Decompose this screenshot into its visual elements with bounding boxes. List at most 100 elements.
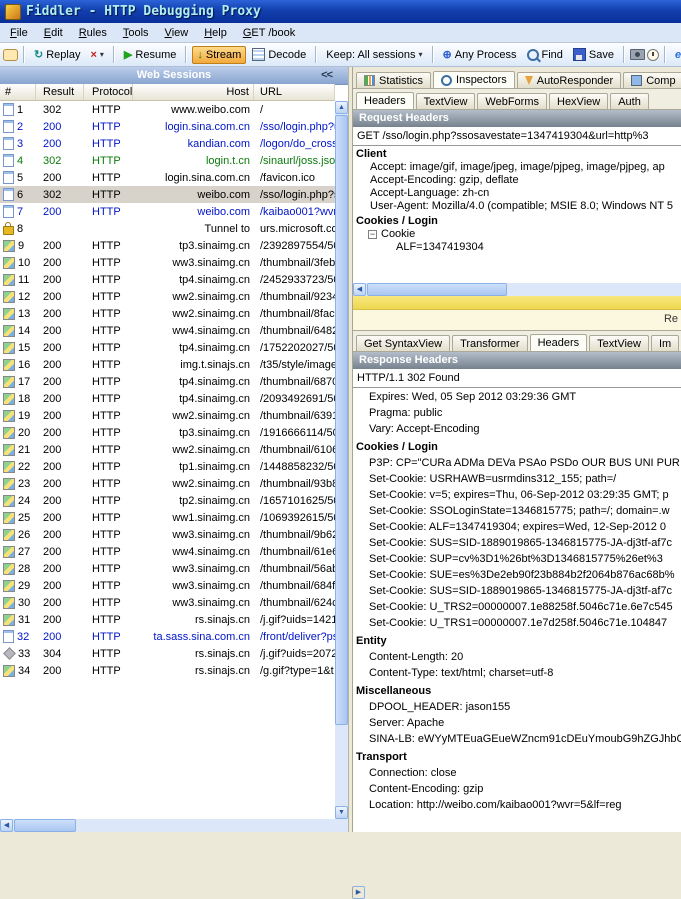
- column-header-num[interactable]: #: [0, 84, 36, 100]
- session-row[interactable]: 32200HTTPta.sass.sina.com.cn/front/deliv…: [0, 628, 335, 645]
- session-row[interactable]: 19200HTTPww2.sinaimg.cn/thumbnail/6391: [0, 407, 335, 424]
- request-tab-auth[interactable]: Auth: [610, 93, 649, 109]
- menu-item-help[interactable]: Help: [196, 25, 235, 41]
- session-row[interactable]: 14200HTTPww4.sinaimg.cn/thumbnail/6482: [0, 322, 335, 339]
- session-row[interactable]: 28200HTTPww3.sinaimg.cn/thumbnail/56ab: [0, 560, 335, 577]
- find-button[interactable]: Find: [523, 47, 567, 63]
- session-row[interactable]: 30200HTTPww3.sinaimg.cn/thumbnail/624c: [0, 594, 335, 611]
- session-row[interactable]: 25200HTTPww1.sinaimg.cn/1069392615/50: [0, 509, 335, 526]
- session-number: 21: [18, 444, 30, 456]
- column-headers: #ResultProtocolHostURL: [0, 84, 335, 101]
- scroll-left-button[interactable]: ◀: [353, 283, 366, 296]
- menu-item-get-book[interactable]: GET /book: [235, 25, 303, 41]
- keep-sessions-dropdown[interactable]: Keep: All sessions ▾: [322, 47, 426, 63]
- column-header-url[interactable]: URL: [254, 84, 335, 100]
- browse-button[interactable]: e Br: [671, 47, 681, 63]
- horizontal-scroll-thumb[interactable]: [14, 819, 76, 832]
- session-protocol: HTTP: [84, 546, 133, 558]
- session-number: 24: [18, 495, 30, 507]
- any-process-button[interactable]: ⊕ Any Process: [439, 46, 521, 63]
- session-row[interactable]: 8Tunnel tours.microsoft.com: [0, 220, 335, 237]
- scroll-up-button[interactable]: ▲: [335, 101, 348, 114]
- scroll-left-button[interactable]: ◀: [0, 819, 13, 832]
- session-row[interactable]: 10200HTTPww3.sinaimg.cn/thumbnail/3feb: [0, 254, 335, 271]
- header-line: Server: Apache: [353, 715, 681, 731]
- replay-button[interactable]: ↻ Replay: [30, 46, 84, 63]
- tab-inspectors[interactable]: Inspectors: [433, 71, 515, 89]
- session-row[interactable]: 3200HTTPkandian.com/logon/do_cross: [0, 135, 335, 152]
- session-row[interactable]: 33304HTTPrs.sinajs.cn/j.gif?uids=2072: [0, 645, 335, 662]
- session-row[interactable]: 9200HTTPtp3.sinaimg.cn/2392897554/50: [0, 237, 335, 254]
- session-row[interactable]: 27200HTTPww4.sinaimg.cn/thumbnail/61e6: [0, 543, 335, 560]
- request-tab-hexview[interactable]: HexView: [549, 93, 608, 109]
- column-header-result[interactable]: Result: [36, 84, 84, 100]
- comment-icon[interactable]: [3, 49, 18, 61]
- tab-autoresponder[interactable]: AutoResponder: [517, 72, 621, 88]
- tab-label: HexView: [557, 96, 600, 108]
- session-protocol: HTTP: [84, 308, 133, 320]
- session-row[interactable]: 5200HTTPlogin.sina.com.cn/favicon.ico: [0, 169, 335, 186]
- session-row[interactable]: 1302HTTPwww.weibo.com/: [0, 101, 335, 118]
- response-tab-headers[interactable]: Headers: [530, 334, 588, 352]
- response-tab-im[interactable]: Im: [651, 335, 679, 351]
- remove-sessions-button[interactable]: × ▾: [86, 47, 107, 63]
- session-row[interactable]: 12200HTTPww2.sinaimg.cn/thumbnail/9234: [0, 288, 335, 305]
- session-protocol: HTTP: [84, 648, 133, 660]
- stream-toggle-button[interactable]: ↓ Stream: [192, 46, 246, 64]
- session-row[interactable]: 26200HTTPww3.sinaimg.cn/thumbnail/9b62: [0, 526, 335, 543]
- horizontal-scroll-thumb[interactable]: [367, 283, 507, 296]
- session-row[interactable]: 4302HTTPlogin.t.cn/sinaurl/joss.jso: [0, 152, 335, 169]
- column-header-protocol[interactable]: Protocol: [84, 84, 133, 100]
- scroll-down-button[interactable]: ▼: [335, 806, 348, 819]
- response-encoding-notice[interactable]: Re: [353, 296, 681, 331]
- request-tab-headers[interactable]: Headers: [356, 92, 414, 110]
- session-row[interactable]: 18200HTTPtp4.sinaimg.cn/2093492691/50: [0, 390, 335, 407]
- sessions-vertical-scrollbar[interactable]: ▲ ▼: [335, 101, 348, 819]
- column-header-host[interactable]: Host: [133, 84, 254, 100]
- collapse-node-icon[interactable]: −: [368, 230, 377, 239]
- screenshot-camera-icon[interactable]: [630, 49, 645, 60]
- session-row[interactable]: 11200HTTPtp4.sinaimg.cn/2452933723/50: [0, 271, 335, 288]
- sessions-horizontal-scrollbar[interactable]: ◀ ▶: [0, 819, 335, 832]
- menu-item-edit[interactable]: Edit: [36, 25, 71, 41]
- session-url: /logon/do_cross: [254, 138, 335, 150]
- session-result: 200: [36, 393, 84, 405]
- session-row[interactable]: 31200HTTPrs.sinajs.cn/j.gif?uids=1421: [0, 611, 335, 628]
- response-tab-get-syntaxview[interactable]: Get SyntaxView: [356, 335, 450, 351]
- session-row[interactable]: 13200HTTPww2.sinaimg.cn/thumbnail/8fac: [0, 305, 335, 322]
- session-row[interactable]: 21200HTTPww2.sinaimg.cn/thumbnail/6106: [0, 441, 335, 458]
- resume-button[interactable]: ▶ Resume: [120, 46, 180, 63]
- session-row[interactable]: 24200HTTPtp2.sinaimg.cn/1657101625/50: [0, 492, 335, 509]
- session-row[interactable]: 7200HTTPweibo.com/kaibao001?wvr=: [0, 203, 335, 220]
- session-row[interactable]: 2200HTTPlogin.sina.com.cn/sso/login.php?…: [0, 118, 335, 135]
- menu-item-rules[interactable]: Rules: [71, 25, 115, 41]
- session-row[interactable]: 15200HTTPtp4.sinaimg.cn/1752202027/50: [0, 339, 335, 356]
- menu-item-tools[interactable]: Tools: [115, 25, 157, 41]
- response-tab-transformer[interactable]: Transformer: [452, 335, 528, 351]
- session-row[interactable]: 23200HTTPww2.sinaimg.cn/thumbnail/93b8: [0, 475, 335, 492]
- decode-toggle-button[interactable]: Decode: [248, 46, 310, 63]
- session-row[interactable]: 16200HTTPimg.t.sinajs.cn/t35/style/image: [0, 356, 335, 373]
- remove-x-icon: ×: [90, 49, 96, 61]
- session-number: 2: [17, 121, 23, 133]
- timer-clock-icon[interactable]: [647, 49, 659, 61]
- menu-item-view[interactable]: View: [157, 25, 197, 41]
- session-row[interactable]: 22200HTTPtp1.sinaimg.cn/1448858232/50: [0, 458, 335, 475]
- tab-comp[interactable]: Comp: [623, 72, 681, 88]
- tab-statistics[interactable]: Statistics: [356, 72, 431, 88]
- session-row[interactable]: 29200HTTPww3.sinaimg.cn/thumbnail/684f: [0, 577, 335, 594]
- session-row[interactable]: 34200HTTPrs.sinajs.cn/g.gif?type=1&t: [0, 662, 335, 679]
- vertical-scroll-thumb[interactable]: [335, 115, 348, 725]
- request-tab-webforms[interactable]: WebForms: [477, 93, 547, 109]
- save-button[interactable]: Save: [569, 46, 618, 63]
- collapse-panel-button[interactable]: <<: [321, 68, 332, 83]
- session-row[interactable]: 20200HTTPtp3.sinaimg.cn/1916666114/50: [0, 424, 335, 441]
- session-row[interactable]: 17200HTTPtp4.sinaimg.cn/thumbnail/6870: [0, 373, 335, 390]
- scroll-right-button[interactable]: ▶: [352, 886, 365, 899]
- menu-item-file[interactable]: File: [2, 25, 36, 41]
- session-row[interactable]: 6302HTTPweibo.com/sso/login.php?s: [0, 186, 335, 203]
- request-tab-textview[interactable]: TextView: [416, 93, 476, 109]
- response-tab-textview[interactable]: TextView: [589, 335, 649, 351]
- image-icon: [3, 342, 15, 354]
- request-horizontal-scrollbar[interactable]: ◀ ▶: [353, 283, 681, 296]
